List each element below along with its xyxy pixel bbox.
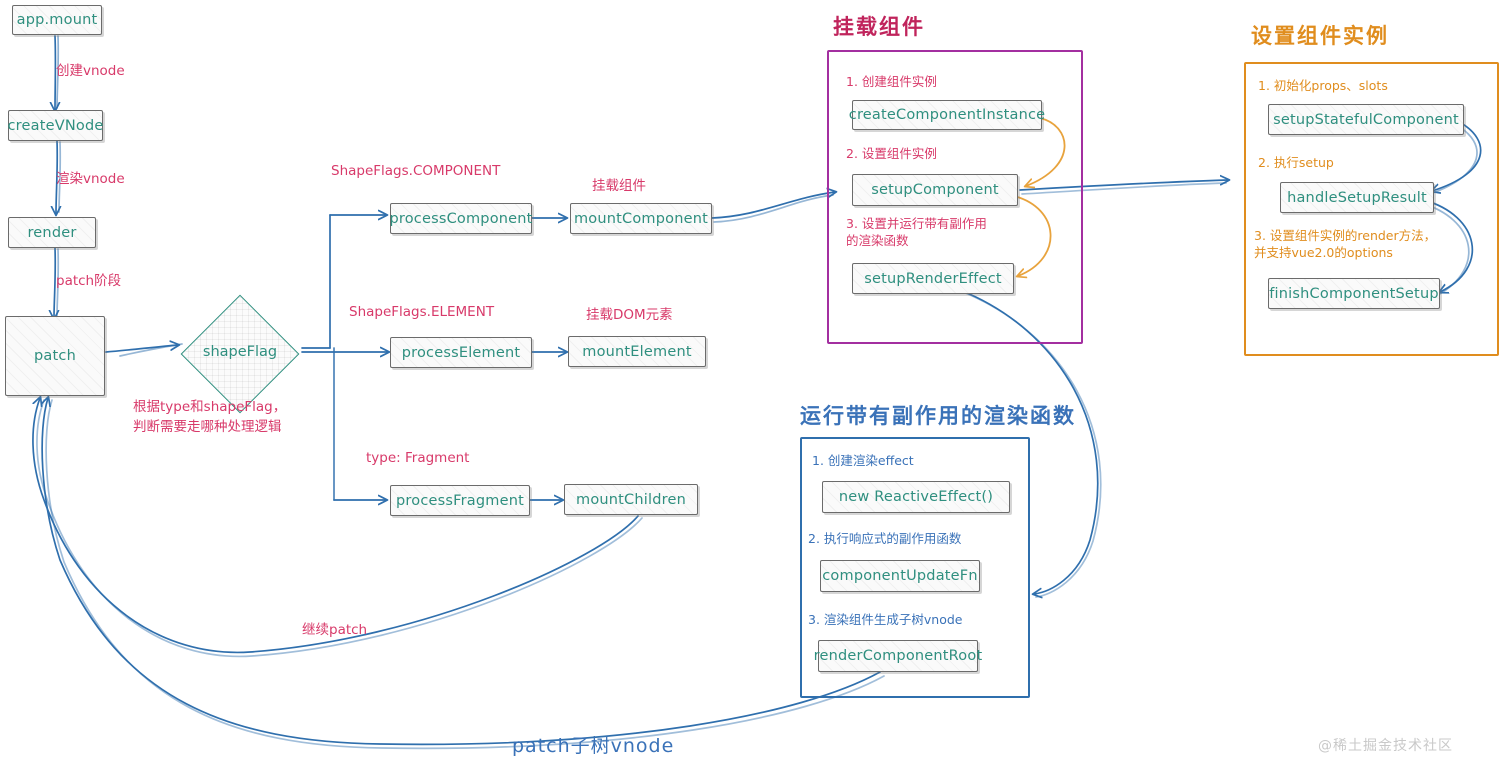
- panel-setup-component-step-2-label: 2. 执行setup: [1258, 155, 1334, 170]
- node-create-vnode-label: createVNode: [7, 117, 104, 134]
- node-app-mount[interactable]: app.mount: [12, 5, 102, 35]
- node-process-element-label: processElement: [401, 344, 521, 361]
- node-process-component-label: processComponent: [389, 210, 533, 227]
- node-component-update-fn-label: componentUpdateFn: [822, 568, 978, 584]
- node-setup-stateful-component[interactable]: setupStatefulComponent: [1268, 104, 1464, 135]
- node-patch-label: patch: [34, 348, 76, 364]
- node-mount-element[interactable]: mountElement: [568, 336, 706, 367]
- node-setup-render-effect[interactable]: setupRenderEffect: [852, 263, 1014, 294]
- node-component-update-fn[interactable]: componentUpdateFn: [820, 560, 980, 592]
- node-process-fragment-label: processFragment: [396, 492, 524, 509]
- node-finish-component-setup-label: finishComponentSetup: [1269, 285, 1439, 302]
- edge-label-shapeflags-element: ShapeFlags.ELEMENT: [349, 304, 495, 320]
- node-setup-render-effect-label: setupRenderEffect: [864, 270, 1002, 287]
- node-render[interactable]: render: [8, 217, 96, 248]
- panel-mount-component-step-2-label: 2. 设置组件实例: [846, 146, 937, 161]
- edge-label-patch-subtree: patch子树vnode: [512, 735, 675, 757]
- panel-setup-component-step-3-label: 3. 设置组件实例的render方法， 并支持vue2.0的options: [1254, 228, 1437, 260]
- node-mount-children[interactable]: mountChildren: [564, 484, 698, 515]
- edge-label-decide-branch: 根据type和shapeFlag， 判断需要走哪种处理逻辑: [133, 399, 287, 435]
- node-shapeflag-label: shapeFlag: [202, 344, 278, 360]
- panel-title-mount-component: 挂载组件: [833, 15, 925, 39]
- node-create-vnode[interactable]: createVNode: [8, 110, 103, 141]
- node-render-component-root[interactable]: renderComponentRoot: [814, 640, 982, 672]
- node-handle-setup-result[interactable]: handleSetupResult: [1280, 182, 1434, 213]
- panel-title-render-effect: 运行带有副作用的渲染函数: [800, 404, 1076, 428]
- panel-setup-component-step-1-label: 1. 初始化props、slots: [1258, 78, 1388, 93]
- node-render-label: render: [27, 224, 77, 241]
- diagram-canvas: app.mount createVNode render patch shape…: [0, 0, 1504, 776]
- watermark: @稀土掘金技术社区: [1318, 738, 1453, 754]
- edge-label-create-vnode: 创建vnode: [56, 63, 125, 79]
- edge-label-type-fragment: type: Fragment: [366, 450, 470, 466]
- node-new-reactive-effect[interactable]: new ReactiveEffect(): [822, 481, 1010, 513]
- edge-label-continue-patch: 继续patch: [302, 622, 368, 638]
- node-patch[interactable]: patch: [5, 316, 105, 396]
- node-handle-setup-result-label: handleSetupResult: [1287, 189, 1427, 206]
- panel-mount-component-step-3-label: 3. 设置并运行带有副作用 的渲染函数: [846, 216, 987, 248]
- node-process-element[interactable]: processElement: [390, 337, 532, 368]
- edge-label-mount-component-cn: 挂载组件: [592, 178, 646, 194]
- node-create-component-instance-label: createComponentInstance: [848, 107, 1046, 123]
- node-new-reactive-effect-label: new ReactiveEffect(): [838, 489, 994, 505]
- edge-label-patch-stage: patch阶段: [56, 273, 122, 289]
- panel-render-effect-step-2-label: 2. 执行响应式的副作用函数: [808, 531, 962, 546]
- node-setup-component[interactable]: setupComponent: [852, 174, 1018, 206]
- edge-label-render-vnode: 渲染vnode: [56, 171, 125, 187]
- node-mount-component[interactable]: mountComponent: [570, 203, 712, 234]
- node-app-mount-label: app.mount: [16, 12, 98, 28]
- node-mount-component-label: mountComponent: [573, 210, 709, 227]
- panel-title-setup-component: 设置组件实例: [1251, 24, 1389, 48]
- edge-label-shapeflags-component: ShapeFlags.COMPONENT: [331, 163, 501, 179]
- panel-mount-component-step-1-label: 1. 创建组件实例: [846, 74, 937, 89]
- panel-render-effect-step-1-label: 1. 创建渲染effect: [812, 453, 914, 468]
- node-setup-stateful-component-label: setupStatefulComponent: [1273, 111, 1459, 128]
- node-process-fragment[interactable]: processFragment: [390, 485, 530, 516]
- node-create-component-instance[interactable]: createComponentInstance: [848, 100, 1046, 130]
- node-setup-component-label: setupComponent: [871, 182, 999, 198]
- node-process-component[interactable]: processComponent: [389, 203, 533, 234]
- node-render-component-root-label: renderComponentRoot: [813, 648, 983, 664]
- node-finish-component-setup[interactable]: finishComponentSetup: [1268, 278, 1440, 309]
- panel-render-effect-step-3-label: 3. 渲染组件生成子树vnode: [808, 612, 963, 627]
- node-mount-element-label: mountElement: [582, 343, 692, 360]
- node-mount-children-label: mountChildren: [576, 491, 686, 508]
- edge-label-mount-dom-cn: 挂载DOM元素: [586, 307, 673, 323]
